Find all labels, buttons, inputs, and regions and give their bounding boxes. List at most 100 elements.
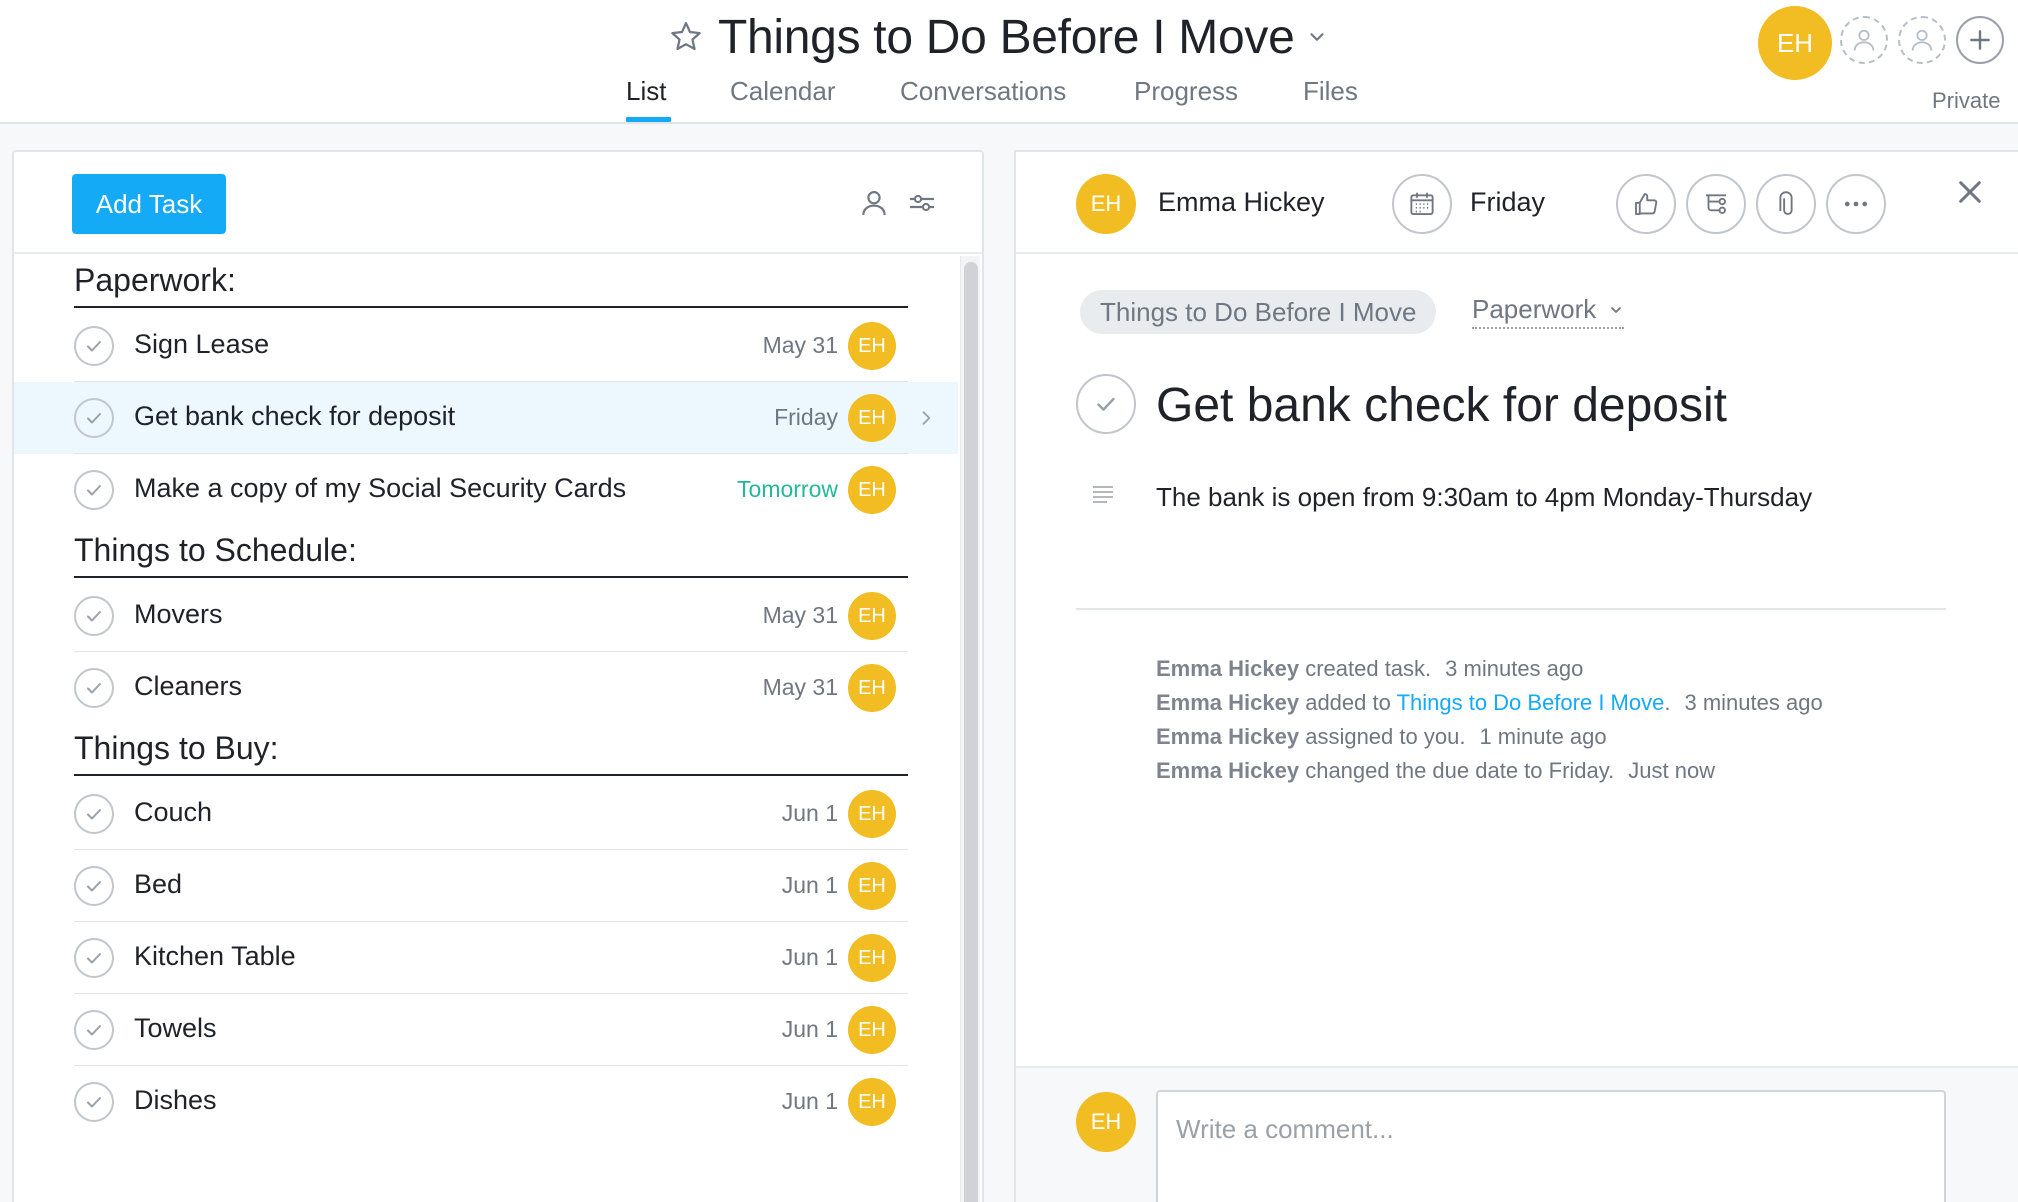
chevron-down-icon[interactable] (1306, 26, 1328, 48)
task-assignee-avatar[interactable]: EH (848, 466, 896, 514)
activity-timestamp: Just now (1628, 758, 1716, 783)
activity-author[interactable]: Emma Hickey (1156, 690, 1299, 715)
sliders-icon[interactable] (906, 187, 938, 219)
owner-avatar[interactable]: EH (1758, 6, 1832, 80)
task-row[interactable]: Get bank check for deposit Friday EH (14, 382, 958, 454)
attachment-button[interactable] (1756, 174, 1816, 234)
like-button[interactable] (1616, 174, 1676, 234)
check-icon (87, 1025, 101, 1036)
more-actions-button[interactable] (1826, 174, 1886, 234)
scrollbar-thumb[interactable] (964, 262, 978, 1202)
tab-calendar[interactable]: Calendar (730, 76, 836, 107)
section-select[interactable]: Paperwork (1472, 294, 1625, 329)
activity-project-link[interactable]: Things to Do Before I Move (1397, 690, 1665, 715)
section-header[interactable]: Things to Buy: (74, 728, 908, 776)
task-row[interactable]: Dishes Jun 1 EH (14, 1066, 958, 1138)
tab-conversations[interactable]: Conversations (900, 76, 1066, 107)
task-assignee-avatar[interactable]: EH (848, 862, 896, 910)
task-row[interactable]: Bed Jun 1 EH (14, 850, 958, 922)
activity-timestamp: 3 minutes ago (1684, 690, 1823, 715)
star-icon[interactable] (668, 19, 704, 55)
activity-author[interactable]: Emma Hickey (1156, 724, 1299, 749)
activity-author[interactable]: Emma Hickey (1156, 656, 1299, 681)
task-assignee-avatar[interactable]: EH (848, 322, 896, 370)
activity-timestamp: 3 minutes ago (1445, 656, 1584, 681)
task-due-date[interactable]: May 31 (763, 602, 838, 629)
task-due-date[interactable]: Jun 1 (782, 1016, 838, 1043)
task-row[interactable]: Make a copy of my Social Security Cards T… (14, 454, 958, 526)
close-icon[interactable] (1954, 176, 1986, 208)
task-row[interactable]: Couch Jun 1 EH (14, 778, 958, 850)
complete-task-checkbox[interactable] (74, 866, 114, 906)
task-name[interactable]: Bed (134, 869, 182, 900)
comment-input[interactable] (1156, 1090, 1946, 1202)
task-name[interactable]: Towels (134, 1013, 217, 1044)
complete-task-checkbox[interactable] (74, 794, 114, 834)
task-due-date[interactable]: Jun 1 (782, 872, 838, 899)
section-header[interactable]: Things to Schedule: (74, 530, 908, 578)
task-row[interactable]: Movers May 31 EH (14, 580, 958, 652)
task-assignee-avatar[interactable]: EH (848, 790, 896, 838)
add-task-button[interactable]: Add Task (72, 174, 226, 234)
complete-task-checkbox[interactable] (74, 938, 114, 978)
add-member-placeholder[interactable] (1840, 16, 1888, 64)
complete-task-checkbox[interactable] (74, 668, 114, 708)
task-due-date[interactable]: May 31 (763, 674, 838, 701)
task-row[interactable]: Kitchen Table Jun 1 EH (14, 922, 958, 994)
due-date-button[interactable] (1392, 174, 1452, 234)
task-due-date[interactable]: Jun 1 (782, 800, 838, 827)
complete-task-checkbox[interactable] (74, 470, 114, 510)
task-name[interactable]: Get bank check for deposit (134, 401, 455, 432)
assignee-avatar[interactable]: EH (1076, 174, 1136, 234)
task-row[interactable]: Sign Lease May 31 EH (14, 310, 958, 382)
complete-task-checkbox[interactable] (74, 326, 114, 366)
task-name[interactable]: Sign Lease (134, 329, 269, 360)
activity-author[interactable]: Emma Hickey (1156, 758, 1299, 783)
task-list-pane: Add Task Paperwork: Sign Lease May 31 EH Get… (12, 150, 984, 1202)
task-assignee-avatar[interactable]: EH (848, 1078, 896, 1126)
task-name[interactable]: Make a copy of my Social Security Cards (134, 473, 626, 504)
subtasks-button[interactable] (1686, 174, 1746, 234)
tab-list[interactable]: List (626, 76, 666, 107)
task-assignee-avatar[interactable]: EH (848, 1006, 896, 1054)
task-assignee-avatar[interactable]: EH (848, 664, 896, 712)
tab-progress[interactable]: Progress (1134, 76, 1238, 107)
task-row[interactable]: Towels Jun 1 EH (14, 994, 958, 1066)
tab-files[interactable]: Files (1303, 76, 1358, 107)
task-due-date[interactable]: Jun 1 (782, 1088, 838, 1115)
section-title: Things to Schedule: (74, 532, 357, 568)
task-due-date[interactable]: Jun 1 (782, 944, 838, 971)
task-name[interactable]: Cleaners (134, 671, 242, 702)
comment-composer: EH (1016, 1066, 2018, 1202)
complete-task-checkbox[interactable] (74, 1010, 114, 1050)
person-filter-icon[interactable] (858, 187, 890, 219)
section-header[interactable]: Paperwork: (74, 260, 908, 308)
privacy-label[interactable]: Private (1932, 88, 2000, 114)
task-title[interactable]: Get bank check for deposit (1156, 378, 1727, 433)
task-due-date[interactable]: Tomorrow (737, 476, 838, 503)
task-name[interactable]: Kitchen Table (134, 941, 296, 972)
complete-task-checkbox[interactable] (74, 596, 114, 636)
task-due-date[interactable]: Friday (774, 404, 838, 431)
task-name[interactable]: Dishes (134, 1085, 217, 1116)
task-row[interactable]: Cleaners May 31 EH (14, 652, 958, 724)
task-assignee-avatar[interactable]: EH (848, 592, 896, 640)
task-assignee-avatar[interactable]: EH (848, 934, 896, 982)
task-detail-pane: EH Emma Hickey Friday Things to Do Befor… (1014, 150, 2018, 1202)
mark-complete-button[interactable] (1076, 374, 1136, 434)
task-name[interactable]: Couch (134, 797, 212, 828)
add-member-button[interactable] (1956, 16, 2004, 64)
task-name[interactable]: Movers (134, 599, 223, 630)
assignee-name[interactable]: Emma Hickey (1158, 187, 1325, 218)
project-pill[interactable]: Things to Do Before I Move (1080, 290, 1437, 334)
complete-task-checkbox[interactable] (74, 1082, 114, 1122)
complete-task-checkbox[interactable] (74, 398, 114, 438)
project-title[interactable]: Things to Do Before I Move (718, 10, 1295, 65)
due-date-label[interactable]: Friday (1470, 187, 1545, 218)
task-description[interactable]: The bank is open from 9:30am to 4pm Mond… (1156, 482, 1812, 513)
check-icon (87, 809, 101, 820)
chevron-right-icon[interactable] (916, 406, 936, 430)
task-due-date[interactable]: May 31 (763, 332, 838, 359)
task-assignee-avatar[interactable]: EH (848, 394, 896, 442)
add-member-placeholder[interactable] (1898, 16, 1946, 64)
